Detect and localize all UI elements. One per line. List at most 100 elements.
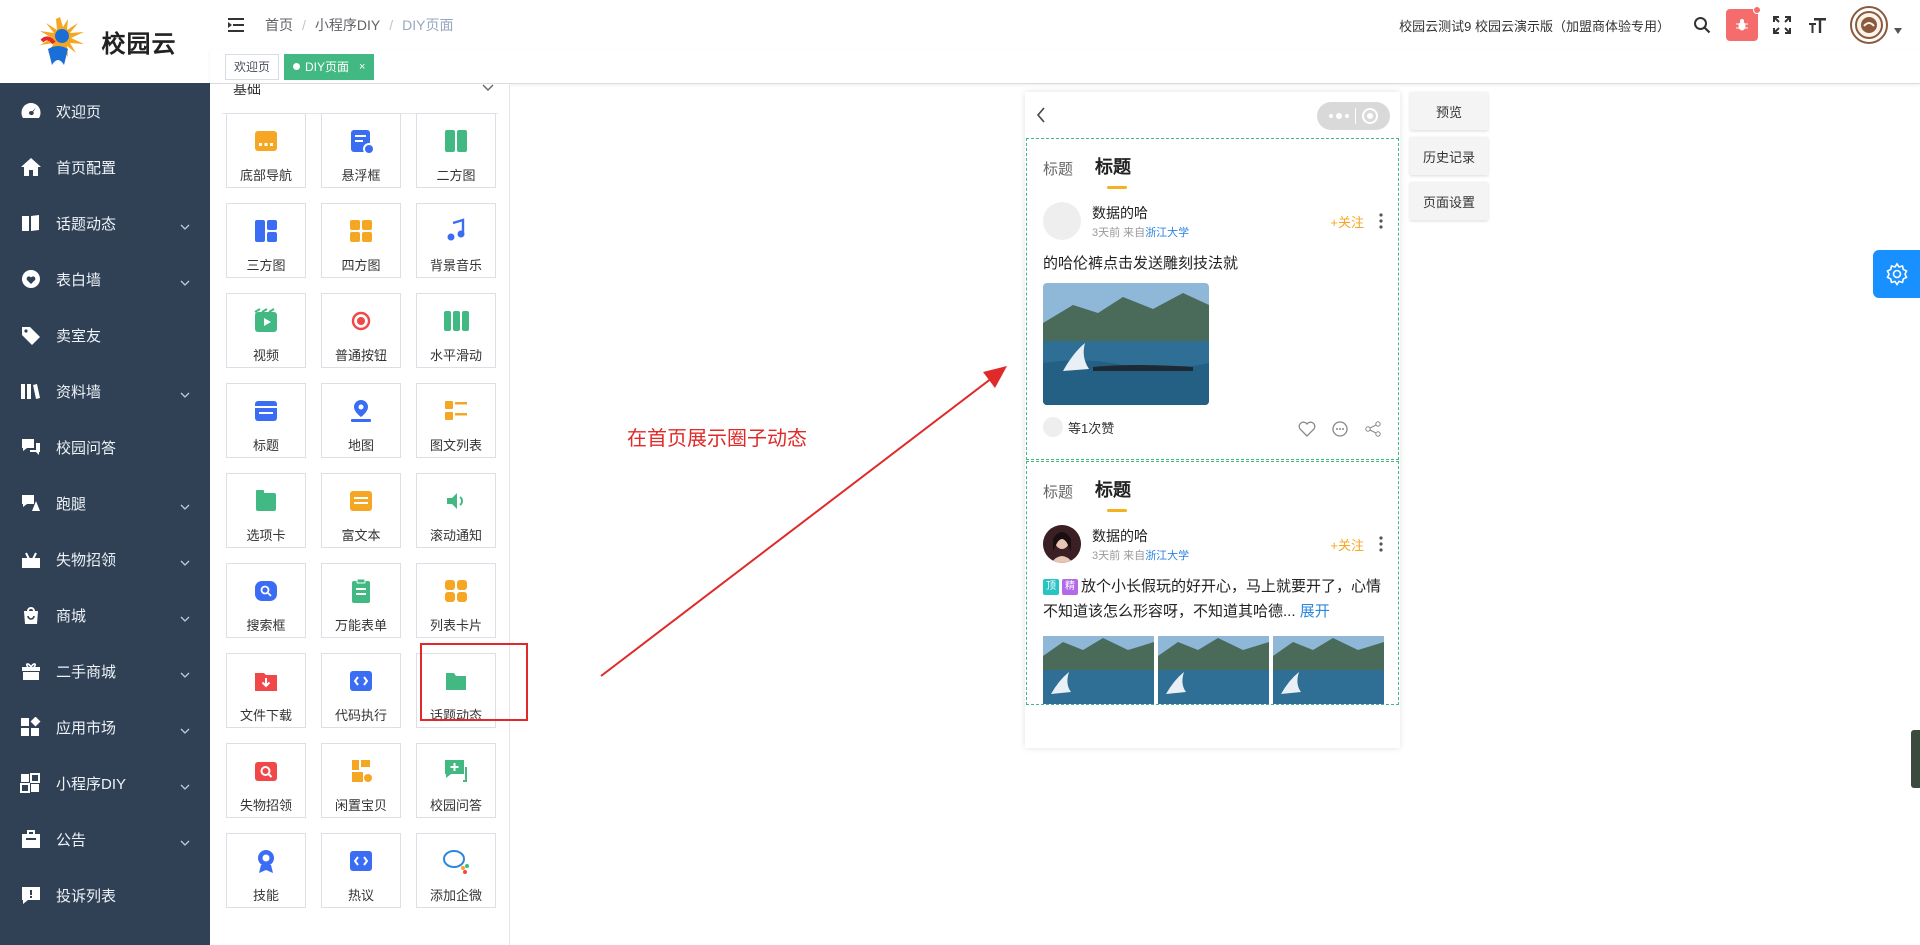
mini-program-capsule[interactable] [1317,102,1390,130]
sidebar-item-14[interactable]: 投诉列表 [0,867,210,923]
sidebar-item-label: 资料墙 [56,383,102,401]
component-idle[interactable]: 闲置宝贝 [321,743,401,818]
sidebar-item-label: 二手商城 [56,663,117,681]
feed-tab-active[interactable]: 标题 [1095,153,1131,189]
sidebar-item-0[interactable]: 欢迎页 [0,83,210,139]
component-slider[interactable]: 水平滑动 [416,293,496,368]
thumbnail-image[interactable] [1043,636,1154,704]
sidebar-item-11[interactable]: 应用市场 [0,699,210,755]
page-settings-button[interactable]: 页面设置 [1410,182,1488,220]
component-label: 失物招领 [239,798,292,813]
component-form[interactable]: 万能表单 [321,563,401,638]
sidebar-item-2[interactable]: 话题动态 [0,195,210,251]
topic-feed-block[interactable]: 标题 标题 数据的哈 3天前 来自浙江大学 +关注 的哈伦裤点击发送雕刻技法就 … [1026,138,1399,460]
post-image[interactable] [1043,283,1209,405]
post-text: 顶精放个小长假玩的好开心，马上就要开了，心情不知道该怎么形容呀，不知道其哈德..… [1043,574,1383,624]
font-size-icon[interactable] [1800,7,1836,43]
float-box-icon [347,127,375,155]
more-vertical-icon[interactable] [1379,536,1383,552]
component-rich-text[interactable]: 富文本 [321,473,401,548]
component-lost[interactable]: 失物招领 [226,743,306,818]
sidebar-item-4[interactable]: 卖室友 [0,307,210,363]
component-search-box[interactable]: 搜索框 [226,563,306,638]
component-tabs[interactable]: 选项卡 [226,473,306,548]
author-name[interactable]: 数据的哈 [1092,203,1148,223]
thumbnail-image[interactable] [1273,636,1384,704]
fullscreen-icon[interactable] [1764,7,1800,43]
bug-report-button[interactable] [1726,6,1761,41]
component-wecom[interactable]: 添加企微 [416,833,496,908]
sidebar-item-13[interactable]: 公告 [0,811,210,867]
settings-drawer-toggle[interactable] [1873,250,1920,298]
feed-tab[interactable]: 标题 [1043,158,1073,179]
tag-home[interactable]: 欢迎页 [225,53,280,80]
sidebar-item-label: 校园问答 [56,439,117,457]
more-dots-icon[interactable] [1328,113,1350,119]
caret-down-icon[interactable] [1894,28,1902,34]
scroll-handle[interactable] [1911,730,1920,788]
preview-button[interactable]: 预览 [1410,92,1488,130]
sidebar-item-10[interactable]: 二手商城 [0,643,210,699]
sidebar-item-1[interactable]: 首页配置 [0,139,210,195]
close-circle-icon[interactable] [1361,107,1379,125]
search-icon[interactable] [1684,7,1720,43]
component-download[interactable]: 文件下载 [226,653,306,728]
component-card-list[interactable]: 列表卡片 [416,563,496,638]
component-four-grid[interactable]: 四方图 [321,203,401,278]
component-video[interactable]: 视频 [226,293,306,368]
component-speaker[interactable]: 滚动通知 [416,473,496,548]
feed-tab[interactable]: 标题 [1043,481,1073,502]
breadcrumb-diy[interactable]: 小程序DIY [315,15,380,35]
component-float-box[interactable]: 悬浮框 [321,113,401,188]
component-code[interactable]: 代码执行 [321,653,401,728]
likes-summary[interactable]: 等1次赞 [1043,417,1114,437]
post-school[interactable]: 浙江大学 [1145,227,1189,239]
post-school[interactable]: 浙江大学 [1145,550,1189,562]
component-bottom-nav[interactable]: 底部导航 [226,113,306,188]
sidebar-item-5[interactable]: 资料墙 [0,363,210,419]
history-button[interactable]: 历史记录 [1410,137,1488,175]
component-button[interactable]: 普通按钮 [321,293,401,368]
sidebar-item-3[interactable]: 表白墙 [0,251,210,307]
sidebar-item-6[interactable]: 校园问答 [0,419,210,475]
tag-diy-page[interactable]: DIY页面 × [284,53,375,80]
breadcrumb-home[interactable]: 首页 [265,15,293,35]
like-icon[interactable] [1297,419,1316,438]
chevron-down-icon[interactable] [482,84,494,92]
hamburger-icon[interactable] [227,16,245,34]
sidebar-item-8[interactable]: 失物招领 [0,531,210,587]
component-two-grid[interactable]: 二方图 [416,113,496,188]
component-label: 水平滑动 [429,348,482,363]
heart-icon [20,268,42,290]
component-title[interactable]: 标题 [226,383,306,458]
follow-button[interactable]: +关注 [1330,535,1364,554]
thumbnail-image[interactable] [1158,636,1269,704]
share-icon[interactable] [1363,419,1382,438]
sidebar-item-12[interactable]: 小程序DIY [0,755,210,811]
comment-icon[interactable] [1330,419,1349,438]
author-avatar[interactable] [1043,202,1081,240]
feed-tab-active[interactable]: 标题 [1095,476,1131,512]
back-arrow-icon[interactable] [1035,106,1047,124]
expand-link[interactable]: 展开 [1300,603,1330,620]
component-three-grid[interactable]: 三方图 [226,203,306,278]
more-vertical-icon[interactable] [1379,213,1383,229]
topic-feed-block[interactable]: 标题 标题 数据的哈 3天前 来自浙江大学 +关注 顶精放个小长假玩的好开心，马… [1026,461,1399,705]
author-name[interactable]: 数据的哈 [1092,526,1148,546]
sidebar-item-7[interactable]: 跑腿 [0,475,210,531]
follow-button[interactable]: +关注 [1330,212,1364,231]
component-chat-plus[interactable]: 校园问答 [416,743,496,818]
sidebar-item-9[interactable]: 商城 [0,587,210,643]
component-image-list[interactable]: 图文列表 [416,383,496,458]
component-label: 底部导航 [239,168,292,183]
avatar[interactable] [1850,6,1888,44]
component-music[interactable]: 背景音乐 [416,203,496,278]
component-hot[interactable]: 热议 [321,833,401,908]
component-badge[interactable]: 技能 [226,833,306,908]
component-group-header[interactable]: 基础 [222,84,498,114]
logo[interactable]: 校园云 [0,0,210,83]
component-map-pin[interactable]: 地图 [321,383,401,458]
phone-preview: 标题 标题 数据的哈 3天前 来自浙江大学 +关注 的哈伦裤点击发送雕刻技法就 … [1025,92,1400,748]
author-avatar[interactable] [1043,525,1081,563]
close-icon[interactable]: × [359,55,365,79]
